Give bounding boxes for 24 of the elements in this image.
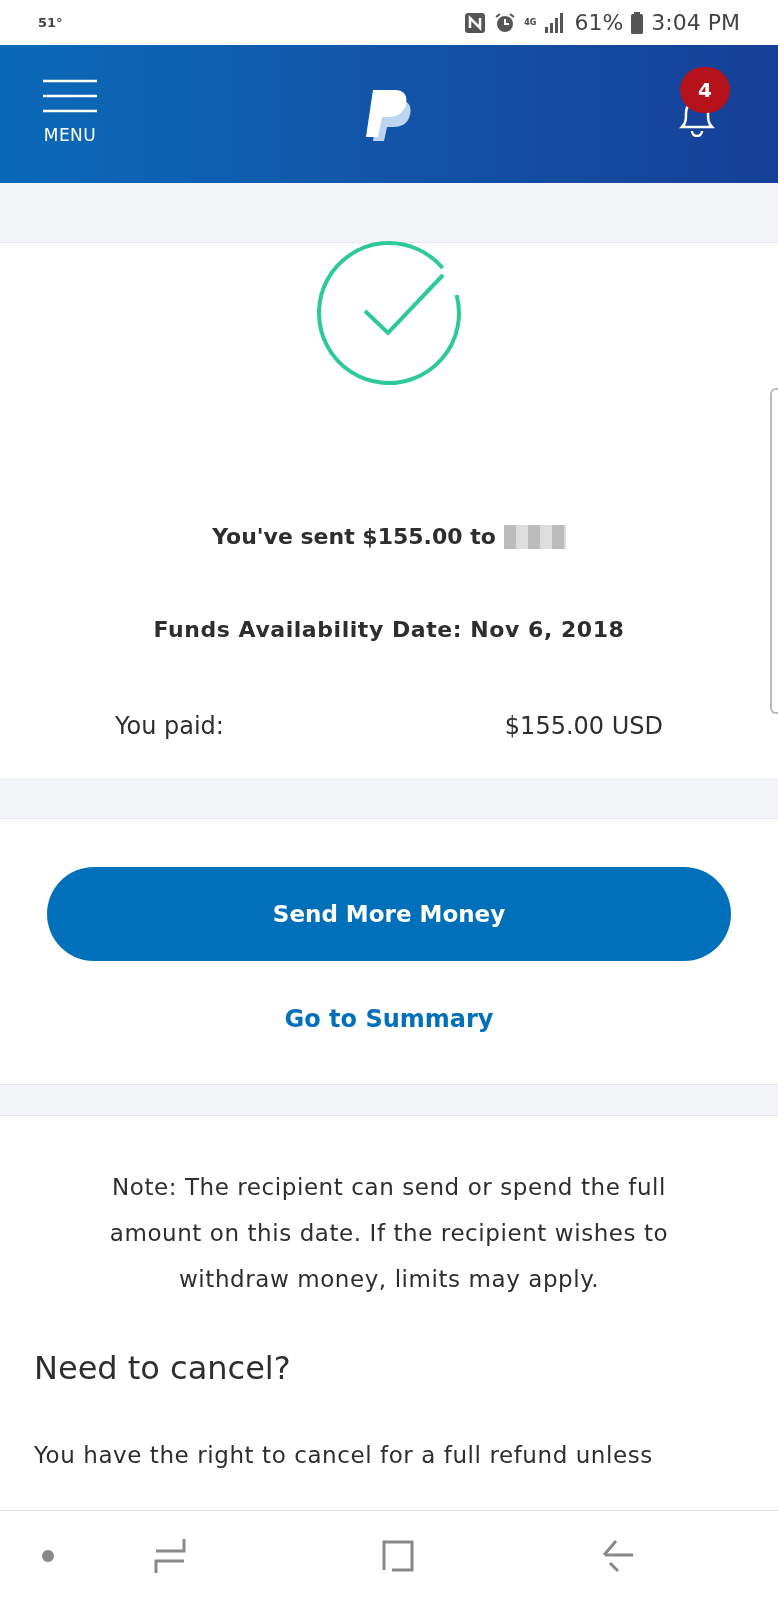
cancel-text: You have the right to cancel for a full refund unless (34, 1441, 654, 1470)
alarm-icon (494, 11, 517, 34)
notification-badge: 4 (680, 67, 730, 113)
sent-message: You've sent $155.00 to (212, 523, 496, 551)
temperature: 51° (38, 13, 63, 32)
dot-icon[interactable] (42, 1549, 54, 1562)
logo-icon (365, 90, 411, 142)
battery-icon (631, 11, 644, 34)
paid-amount: $155.00 USD (504, 711, 663, 742)
go-to-summary-link[interactable]: Go to Summary (284, 1001, 494, 1037)
network-type: 4G (524, 18, 537, 27)
paid-label: You paid: (115, 711, 224, 742)
send-more-money-button[interactable]: Send More Money (47, 867, 731, 961)
clock: 3:04 PM (651, 9, 740, 37)
availability-date: Funds Availability Date: Nov 6, 2018 (153, 616, 625, 644)
success-check-icon (315, 239, 463, 387)
menu-button[interactable]: MENU (42, 79, 98, 149)
home-icon[interactable] (382, 1539, 414, 1572)
nfc-icon (464, 11, 487, 34)
note-text: Note: The recipient can send or spend the full amount on this date. If the recipient wishes to withdraw money, limits may apply. (108, 1173, 670, 1294)
back-icon[interactable] (602, 1538, 634, 1573)
battery-percent: 61% (574, 9, 624, 37)
cancel-heading: Need to cancel? (34, 1348, 292, 1389)
recent-apps-icon[interactable] (154, 1537, 186, 1574)
